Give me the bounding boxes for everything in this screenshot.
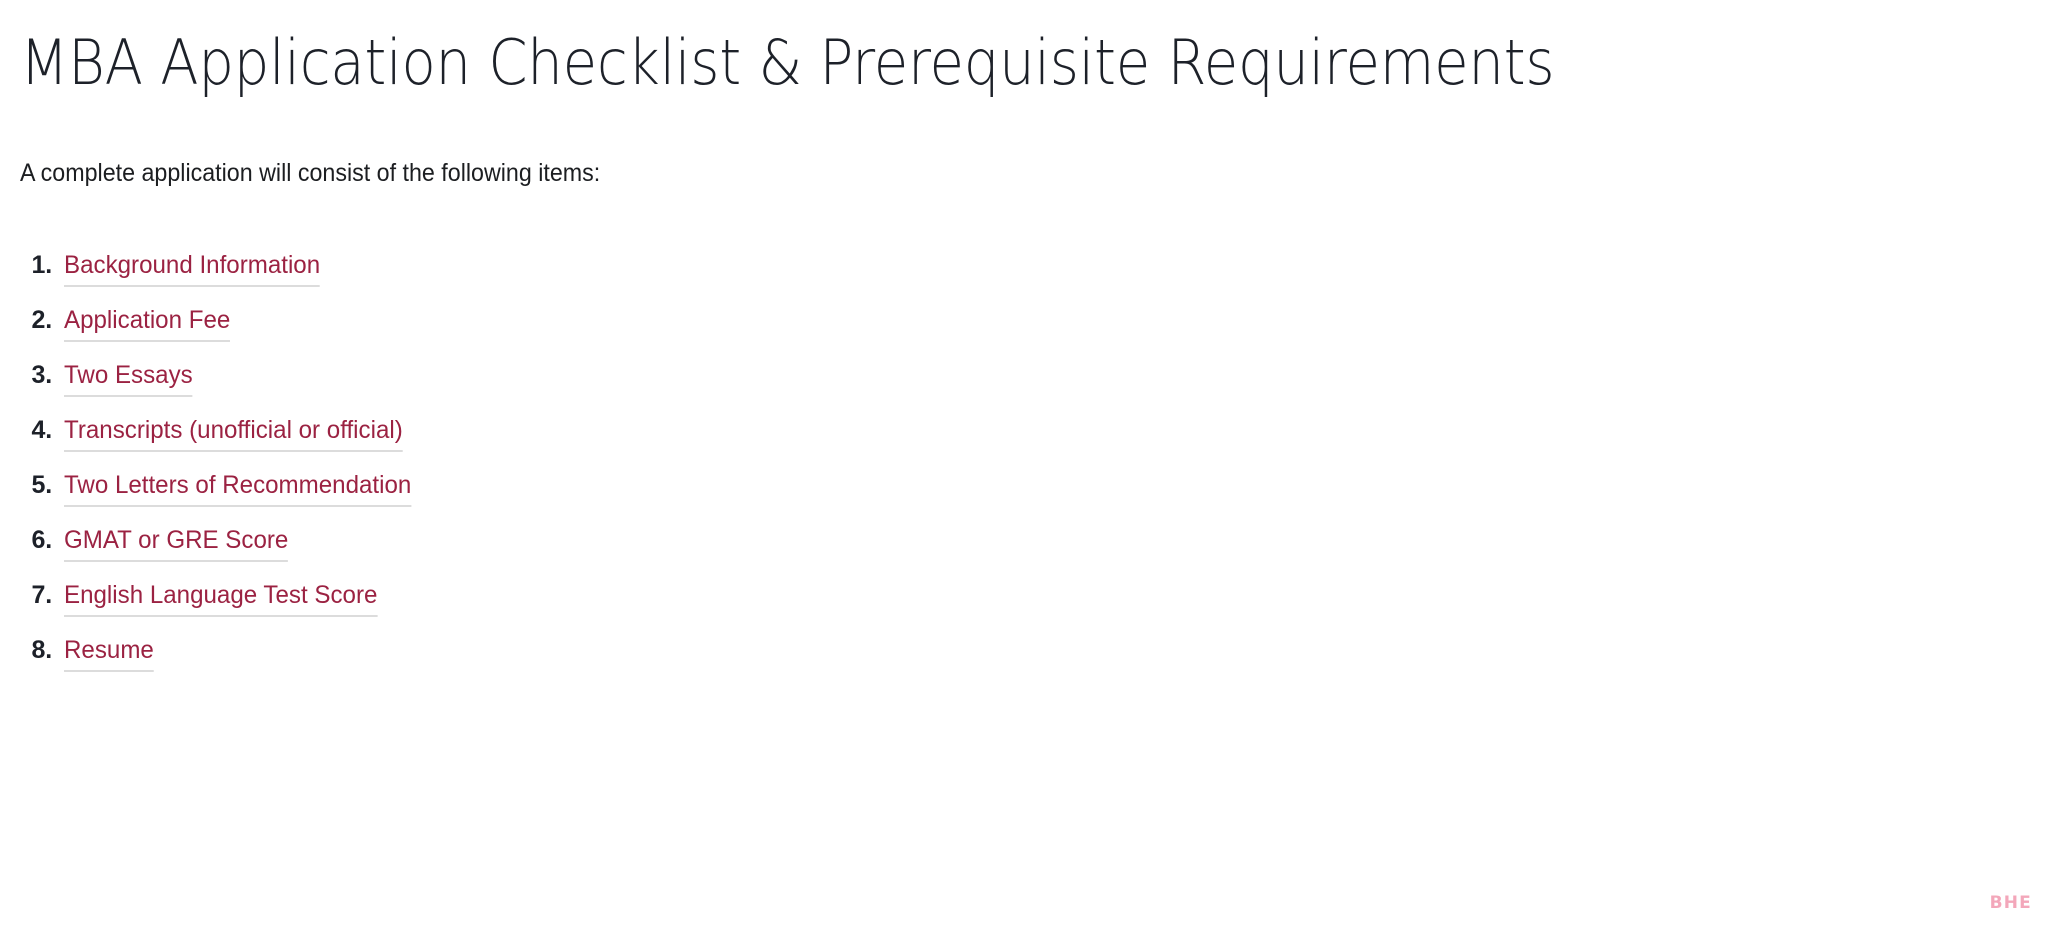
- list-item: 1. Background Information: [20, 238, 424, 293]
- checklist-link-letters-of-recommendation[interactable]: Two Letters of Recommendation: [64, 471, 412, 507]
- list-item: 4. Transcripts (unofficial or official): [20, 403, 424, 458]
- checklist-link-application-fee[interactable]: Application Fee: [64, 306, 231, 342]
- bhe-watermark: BHE: [1989, 893, 2032, 913]
- list-item: 8. Resume: [20, 623, 424, 678]
- list-item: 6. GMAT or GRE Score: [20, 513, 424, 568]
- application-checklist: 1. Background Information 2. Application…: [20, 238, 424, 678]
- list-item-number: 5.: [31, 471, 53, 499]
- intro-paragraph: A complete application will consist of t…: [20, 159, 601, 187]
- list-item-number: 6.: [31, 526, 53, 554]
- list-item-number: 3.: [31, 361, 53, 389]
- list-item: 7. English Language Test Score: [20, 568, 424, 623]
- list-item-number: 4.: [31, 416, 53, 444]
- checklist-link-transcripts[interactable]: Transcripts (unofficial or official): [64, 416, 403, 452]
- checklist-link-gmat-or-gre-score[interactable]: GMAT or GRE Score: [64, 526, 289, 562]
- list-item: 3. Two Essays: [20, 348, 424, 403]
- list-item-number: 2.: [31, 306, 53, 334]
- list-item: 5. Two Letters of Recommendation: [20, 458, 424, 513]
- list-item: 2. Application Fee: [20, 293, 424, 348]
- checklist-link-english-language-test-score[interactable]: English Language Test Score: [64, 581, 378, 617]
- checklist-link-resume[interactable]: Resume: [64, 636, 154, 672]
- page-root: MBA Application Checklist & Prerequisite…: [0, 0, 2046, 926]
- list-item-number: 7.: [31, 581, 53, 609]
- page-title: MBA Application Checklist & Prerequisite…: [20, 26, 1555, 99]
- list-item-number: 1.: [31, 251, 53, 279]
- checklist-link-two-essays[interactable]: Two Essays: [64, 361, 193, 397]
- list-item-number: 8.: [31, 636, 53, 664]
- checklist-link-background-information[interactable]: Background Information: [64, 251, 321, 287]
